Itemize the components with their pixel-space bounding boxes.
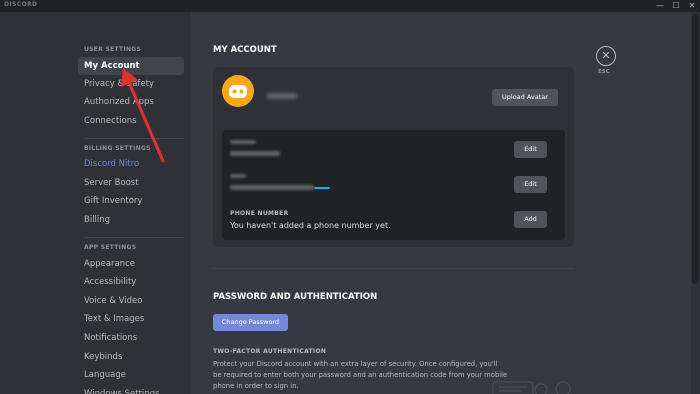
sidebar-item-text-images[interactable]: Text & Images <box>78 310 184 328</box>
settings-sidebar: USER SETTINGS My Account Privacy & Safet… <box>0 12 191 394</box>
account-details: Edit Edit PHONE NUMBER You haven't added… <box>222 130 565 240</box>
close-icon: ✕ <box>601 49 611 62</box>
sidebar-item-voice-video[interactable]: Voice & Video <box>78 292 184 310</box>
two-factor-description-line: Protect your Discord account with an ext… <box>213 360 498 368</box>
sidebar-divider <box>84 138 184 139</box>
edit-email-button[interactable]: Edit <box>514 176 547 193</box>
discord-logo-icon <box>229 85 247 98</box>
edit-username-button[interactable]: Edit <box>514 141 547 158</box>
phone-number-text: You haven't added a phone number yet. <box>230 221 391 230</box>
scrollbar[interactable] <box>691 12 700 394</box>
upload-avatar-button[interactable]: Upload Avatar <box>492 89 558 106</box>
avatar[interactable] <box>222 75 254 107</box>
blurred-username-label <box>230 140 256 144</box>
section-divider <box>213 268 574 269</box>
sidebar-item-notifications[interactable]: Notifications <box>78 329 184 347</box>
two-factor-label: TWO-FACTOR AUTHENTICATION <box>213 348 327 355</box>
settings-content: MY ACCOUNT Upload Avatar Edit Edit PHONE… <box>191 12 691 394</box>
close-window-button[interactable]: ✕ <box>684 0 700 12</box>
sidebar-item-keybinds[interactable]: Keybinds <box>78 348 184 366</box>
sidebar-item-accessibility[interactable]: Accessibility <box>78 273 184 291</box>
two-factor-description-line: phone in order to sign in. <box>213 382 299 390</box>
two-factor-description-line: be required to enter both your password … <box>213 371 508 379</box>
sidebar-item-connections[interactable]: Connections <box>78 112 184 130</box>
maximize-button[interactable]: ☐ <box>668 0 684 12</box>
blurred-username-value <box>230 151 280 156</box>
user-settings-header: USER SETTINGS <box>84 46 142 53</box>
minimize-button[interactable]: — <box>652 0 668 12</box>
sidebar-item-my-account[interactable]: My Account <box>78 57 184 75</box>
phone-number-label: PHONE NUMBER <box>230 210 289 217</box>
blurred-username <box>267 93 297 99</box>
account-card: Upload Avatar Edit Edit PHONE NUMBER You… <box>213 67 574 247</box>
sidebar-item-privacy-safety[interactable]: Privacy & Safety <box>78 75 184 93</box>
sidebar-divider <box>84 237 184 238</box>
password-section-title: PASSWORD AND AUTHENTICATION <box>213 292 378 302</box>
reveal-email-link[interactable] <box>314 187 330 189</box>
billing-settings-header: BILLING SETTINGS <box>84 145 151 152</box>
sidebar-item-windows-settings[interactable]: Windows Settings <box>78 385 184 394</box>
page-title: MY ACCOUNT <box>213 45 277 55</box>
sidebar-item-gift-inventory[interactable]: Gift Inventory <box>78 192 184 210</box>
window-title: DISCORD <box>4 1 38 8</box>
add-phone-button[interactable]: Add <box>514 211 547 228</box>
change-password-button[interactable]: Change Password <box>213 314 288 331</box>
sidebar-item-billing[interactable]: Billing <box>78 211 184 229</box>
app-settings-header: APP SETTINGS <box>84 244 137 251</box>
sidebar-item-language[interactable]: Language <box>78 366 184 384</box>
close-settings-button[interactable]: ✕ <box>596 46 616 66</box>
scrollbar-thumb[interactable] <box>692 14 699 284</box>
sidebar-item-server-boost[interactable]: Server Boost <box>78 174 184 192</box>
blurred-email-value <box>230 185 314 190</box>
sidebar-item-authorized-apps[interactable]: Authorized Apps <box>78 93 184 111</box>
esc-label: ESC <box>598 69 610 75</box>
title-bar: DISCORD — ☐ ✕ <box>0 0 700 12</box>
sidebar-item-discord-nitro[interactable]: Discord Nitro <box>78 155 184 173</box>
two-factor-illustration-icon <box>492 381 571 394</box>
sidebar-item-appearance[interactable]: Appearance <box>78 255 184 273</box>
blurred-email-label <box>230 174 246 178</box>
discord-settings-window: DISCORD — ☐ ✕ USER SETTINGS My Account P… <box>0 0 700 394</box>
